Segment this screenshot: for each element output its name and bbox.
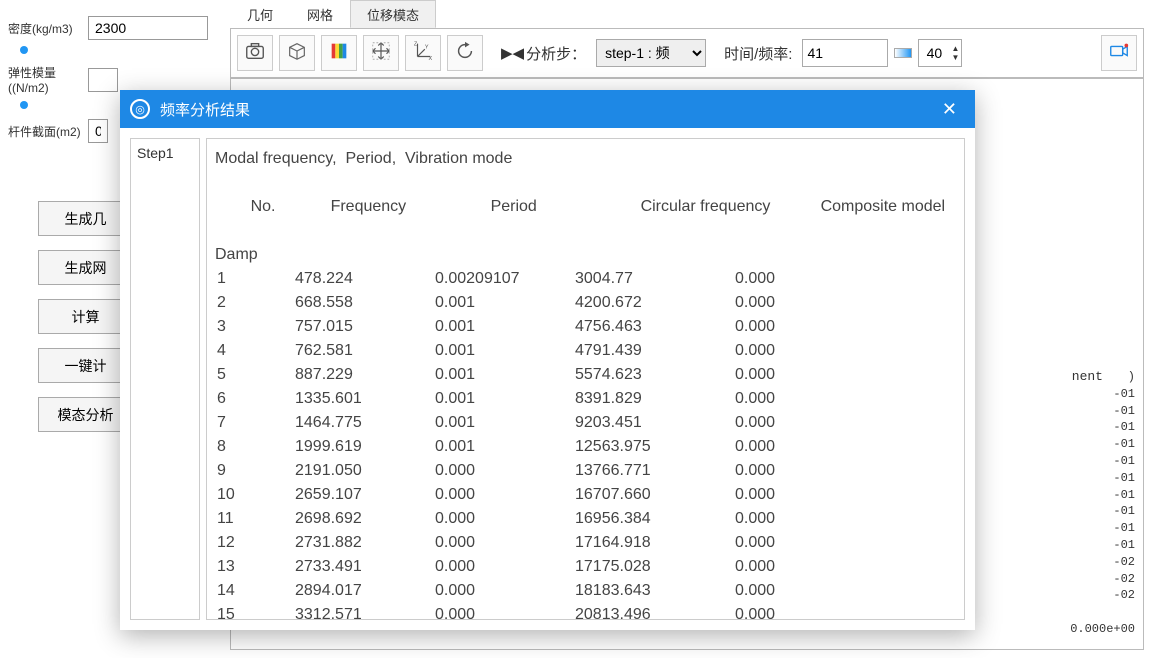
modal-analysis-button[interactable]: 模态分析 bbox=[38, 397, 133, 432]
tab-mesh[interactable]: 网格 bbox=[290, 0, 350, 28]
table-row: 2668.5580.0014200.6720.000 bbox=[215, 291, 956, 315]
top-tabs: 几何 网格 位移模态 bbox=[230, 0, 436, 28]
svg-text:X: X bbox=[429, 56, 433, 62]
section-input[interactable] bbox=[88, 119, 108, 143]
cube-view-button[interactable] bbox=[279, 35, 315, 71]
table-row: 4762.5810.0014791.4390.000 bbox=[215, 339, 956, 363]
dialog-step-list[interactable]: Step1 bbox=[130, 138, 200, 620]
move-icon bbox=[370, 40, 392, 67]
dialog-titlebar[interactable]: ◎ 频率分析结果 ✕ bbox=[120, 90, 975, 128]
tab-geometry[interactable]: 几何 bbox=[230, 0, 290, 28]
step-item[interactable]: Step1 bbox=[137, 145, 193, 161]
density-input[interactable] bbox=[88, 16, 208, 40]
generate-geom-button[interactable]: 生成几 bbox=[38, 201, 133, 236]
axes-button[interactable]: ZXY bbox=[405, 35, 441, 71]
table-row: 5887.2290.0015574.6230.000 bbox=[215, 363, 956, 387]
elastic-label: 弹性模量((N/m2) bbox=[8, 64, 88, 95]
spinner-arrows-icon[interactable]: ▲▼ bbox=[949, 44, 961, 62]
density-label: 密度(kg/m3) bbox=[8, 20, 88, 37]
table-row: 153312.5710.00020813.4960.000 bbox=[215, 603, 956, 620]
axes-icon: ZXY bbox=[412, 40, 434, 67]
density-slider[interactable] bbox=[16, 44, 76, 50]
table-row: 61335.6010.0018391.8290.000 bbox=[215, 387, 956, 411]
table-row: 102659.1070.00016707.6600.000 bbox=[215, 483, 956, 507]
analysis-step-select[interactable]: step-1 : 频 bbox=[596, 39, 706, 67]
table-row: 122731.8820.00017164.9180.000 bbox=[215, 531, 956, 555]
refresh-button[interactable] bbox=[447, 35, 483, 71]
table-row: 142894.0170.00018183.6430.000 bbox=[215, 579, 956, 603]
analysis-step-label: 分析步： bbox=[526, 43, 586, 64]
section-label: 杆件截面(m2) bbox=[8, 123, 88, 140]
header-line-2: No.FrequencyPeriodCircular frequencyComp… bbox=[215, 171, 956, 243]
table-row: 71464.7750.0019203.4510.000 bbox=[215, 411, 956, 435]
gradient-icon bbox=[894, 48, 912, 58]
elastic-input[interactable] bbox=[88, 68, 118, 92]
calculate-button[interactable]: 计算 bbox=[38, 299, 133, 334]
tab-displacement[interactable]: 位移模态 bbox=[350, 0, 436, 28]
table-row: 132733.4910.00017175.0280.000 bbox=[215, 555, 956, 579]
generate-mesh-button[interactable]: 生成网 bbox=[38, 250, 133, 285]
table-row: 1478.2240.002091073004.770.000 bbox=[215, 267, 956, 291]
table-row: 92191.0500.00013766.7710.000 bbox=[215, 459, 956, 483]
svg-text:Y: Y bbox=[425, 44, 429, 50]
table-row: 3757.0150.0014756.4630.000 bbox=[215, 315, 956, 339]
time-freq-label: 时间/频率: bbox=[724, 43, 792, 64]
header-line-1: Modal frequency, Period, Vibration mode bbox=[215, 147, 956, 171]
frame-spinner-input[interactable] bbox=[919, 40, 949, 66]
refresh-icon bbox=[454, 40, 476, 67]
frame-spinner[interactable]: ▲▼ bbox=[918, 39, 962, 67]
table-row: 81999.6190.00112563.9750.000 bbox=[215, 435, 956, 459]
rainbow-icon bbox=[328, 40, 350, 67]
legend-ticks: ) -01 -01 -01 -01 -01 -01 -01 -01 -01 -0… bbox=[1070, 369, 1135, 638]
record-button[interactable] bbox=[1101, 35, 1137, 71]
camera-icon bbox=[244, 40, 266, 67]
onekey-button[interactable]: 一键计 bbox=[38, 348, 133, 383]
app-icon: ◎ bbox=[130, 99, 150, 119]
header-line-3: Damp bbox=[215, 243, 956, 267]
results-text-area[interactable]: Modal frequency, Period, Vibration mode … bbox=[206, 138, 965, 620]
toolbar: ZXY ▶◀ 分析步： step-1 : 频 时间/频率: ▲▼ bbox=[230, 28, 1144, 78]
frequency-results-dialog: ◎ 频率分析结果 ✕ Step1 Modal frequency, Period… bbox=[120, 90, 975, 630]
elastic-slider[interactable] bbox=[16, 99, 76, 105]
data-rows: 1478.2240.002091073004.770.0002668.5580.… bbox=[215, 267, 956, 620]
time-freq-input[interactable] bbox=[802, 39, 888, 67]
close-button[interactable]: ✕ bbox=[934, 95, 965, 124]
video-camera-icon bbox=[1108, 40, 1130, 67]
cube-icon bbox=[286, 40, 308, 67]
dialog-title: 频率分析结果 bbox=[160, 99, 934, 120]
screenshot-button[interactable] bbox=[237, 35, 273, 71]
move-button[interactable] bbox=[363, 35, 399, 71]
table-row: 112698.6920.00016956.3840.000 bbox=[215, 507, 956, 531]
colormap-button[interactable] bbox=[321, 35, 357, 71]
step-arrows-icon: ▶◀ bbox=[501, 44, 524, 62]
